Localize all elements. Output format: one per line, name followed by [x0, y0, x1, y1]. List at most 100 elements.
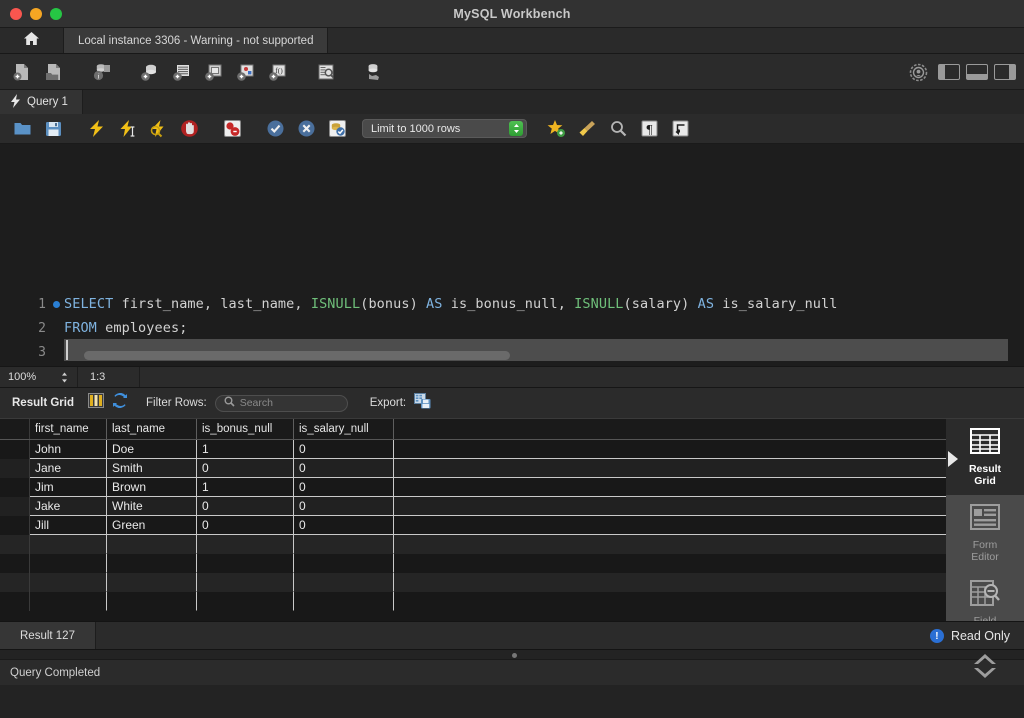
- grid-column-header[interactable]: first_name: [30, 419, 107, 439]
- toggle-secondary-sidebar-button[interactable]: [994, 64, 1016, 80]
- row-selector[interactable]: [0, 554, 30, 573]
- splitter-handle[interactable]: [512, 653, 517, 658]
- cell-empty[interactable]: [294, 554, 394, 573]
- cell-empty[interactable]: [294, 592, 394, 611]
- cell-first-name[interactable]: John: [30, 440, 107, 459]
- cell-last-name[interactable]: Green: [107, 516, 197, 535]
- cell-empty[interactable]: [197, 573, 294, 592]
- table-row[interactable]: John Doe 1 0: [0, 440, 946, 459]
- table-row[interactable]: Jim Brown 1 0: [0, 478, 946, 497]
- breakpoint-marker[interactable]: [53, 300, 60, 308]
- table-row-empty[interactable]: [0, 573, 946, 592]
- cell-is-bonus-null[interactable]: 1: [197, 440, 294, 459]
- new-procedure-button[interactable]: [232, 58, 260, 86]
- toggle-sidebar-button[interactable]: [938, 64, 960, 80]
- search-input[interactable]: Search: [214, 394, 348, 412]
- cell-empty[interactable]: [107, 592, 197, 611]
- row-limit-select[interactable]: Limit to 1000 rows: [362, 119, 527, 138]
- cell-is-salary-null[interactable]: 0: [294, 440, 394, 459]
- new-view-button[interactable]: [200, 58, 228, 86]
- cell-empty[interactable]: [30, 554, 107, 573]
- cell-first-name[interactable]: Jim: [30, 478, 107, 497]
- table-row-empty[interactable]: [0, 535, 946, 554]
- table-row[interactable]: Jill Green 0 0: [0, 516, 946, 535]
- cell-first-name[interactable]: Jake: [30, 497, 107, 516]
- cell-empty[interactable]: [30, 592, 107, 611]
- sql-editor[interactable]: 1 SELECT first_name, last_name, ISNULL(b…: [0, 144, 1024, 366]
- grid-column-header[interactable]: is_salary_null: [294, 419, 394, 439]
- result-tab[interactable]: Result 127: [0, 622, 96, 649]
- rail-expander[interactable]: [946, 647, 1024, 686]
- search-data-button[interactable]: [360, 58, 388, 86]
- cell-empty[interactable]: [107, 535, 197, 554]
- grid-column-header[interactable]: last_name: [107, 419, 197, 439]
- open-sql-script-button[interactable]: [40, 58, 68, 86]
- cell-empty[interactable]: [294, 535, 394, 554]
- cell-is-salary-null[interactable]: 0: [294, 478, 394, 497]
- table-row[interactable]: Jane Smith 0 0: [0, 459, 946, 478]
- cell-empty[interactable]: [30, 535, 107, 554]
- cell-last-name[interactable]: Brown: [107, 478, 197, 497]
- toggle-snippets-button[interactable]: [542, 115, 570, 143]
- new-table-button[interactable]: [168, 58, 196, 86]
- toggle-output-button[interactable]: [966, 64, 988, 80]
- table-row-empty[interactable]: [0, 592, 946, 611]
- editor-horizontal-scrollbar[interactable]: [64, 351, 1008, 360]
- cell-last-name[interactable]: Smith: [107, 459, 197, 478]
- row-limit-stepper[interactable]: [509, 121, 523, 136]
- row-selector[interactable]: [0, 459, 30, 478]
- explain-statement-button[interactable]: [144, 115, 172, 143]
- rail-item-form-editor[interactable]: Form Editor: [946, 495, 1024, 571]
- toggle-word-wrap-button[interactable]: [666, 115, 694, 143]
- home-button[interactable]: [0, 28, 64, 53]
- inspect-object-button[interactable]: [312, 58, 340, 86]
- result-grid[interactable]: first_name last_name is_bonus_null is_sa…: [0, 419, 946, 621]
- scrollbar-thumb[interactable]: [84, 351, 510, 360]
- cell-empty[interactable]: [30, 573, 107, 592]
- admin-settings-button[interactable]: [904, 58, 932, 86]
- new-sql-tab-button[interactable]: [8, 58, 36, 86]
- cell-last-name[interactable]: Doe: [107, 440, 197, 459]
- row-selector[interactable]: [0, 516, 30, 535]
- cell-empty[interactable]: [197, 535, 294, 554]
- new-function-button[interactable]: f(): [264, 58, 292, 86]
- minimize-window-button[interactable]: [30, 8, 42, 20]
- stop-execution-button[interactable]: [175, 115, 203, 143]
- cell-is-salary-null[interactable]: 0: [294, 516, 394, 535]
- export-grid-icon[interactable]: [414, 392, 431, 414]
- zoom-stepper[interactable]: [60, 371, 69, 384]
- cell-first-name[interactable]: Jane: [30, 459, 107, 478]
- commit-transaction-button[interactable]: [261, 115, 289, 143]
- execute-current-statement-button[interactable]: [113, 115, 141, 143]
- collapse-rail-arrow[interactable]: [948, 451, 958, 467]
- maximize-window-button[interactable]: [50, 8, 62, 20]
- save-script-button[interactable]: [39, 115, 67, 143]
- cell-empty[interactable]: [294, 573, 394, 592]
- cell-last-name[interactable]: White: [107, 497, 197, 516]
- open-script-button[interactable]: [8, 115, 36, 143]
- toggle-autocommit-button[interactable]: [323, 115, 351, 143]
- cell-empty[interactable]: [107, 573, 197, 592]
- table-row-empty[interactable]: [0, 554, 946, 573]
- close-window-button[interactable]: [10, 8, 22, 20]
- cell-empty[interactable]: [197, 592, 294, 611]
- new-schema-button[interactable]: [136, 58, 164, 86]
- cell-empty[interactable]: [107, 554, 197, 573]
- beautify-query-button[interactable]: [573, 115, 601, 143]
- grid-column-header[interactable]: is_bonus_null: [197, 419, 294, 439]
- connection-info-button[interactable]: i: [88, 58, 116, 86]
- row-selector[interactable]: [0, 535, 30, 554]
- execute-statement-button[interactable]: [82, 115, 110, 143]
- panel-splitter[interactable]: [0, 649, 1024, 659]
- rollback-transaction-button[interactable]: [292, 115, 320, 143]
- row-selector[interactable]: [0, 478, 30, 497]
- row-selector[interactable]: [0, 497, 30, 516]
- toggle-stop-on-error-button[interactable]: [218, 115, 246, 143]
- cell-is-bonus-null[interactable]: 0: [197, 497, 294, 516]
- cell-empty[interactable]: [197, 554, 294, 573]
- grid-columns-icon[interactable]: [87, 393, 104, 413]
- row-selector[interactable]: [0, 440, 30, 459]
- cell-is-salary-null[interactable]: 0: [294, 497, 394, 516]
- instance-tab[interactable]: Local instance 3306 - Warning - not supp…: [64, 28, 329, 53]
- find-panel-button[interactable]: [604, 115, 632, 143]
